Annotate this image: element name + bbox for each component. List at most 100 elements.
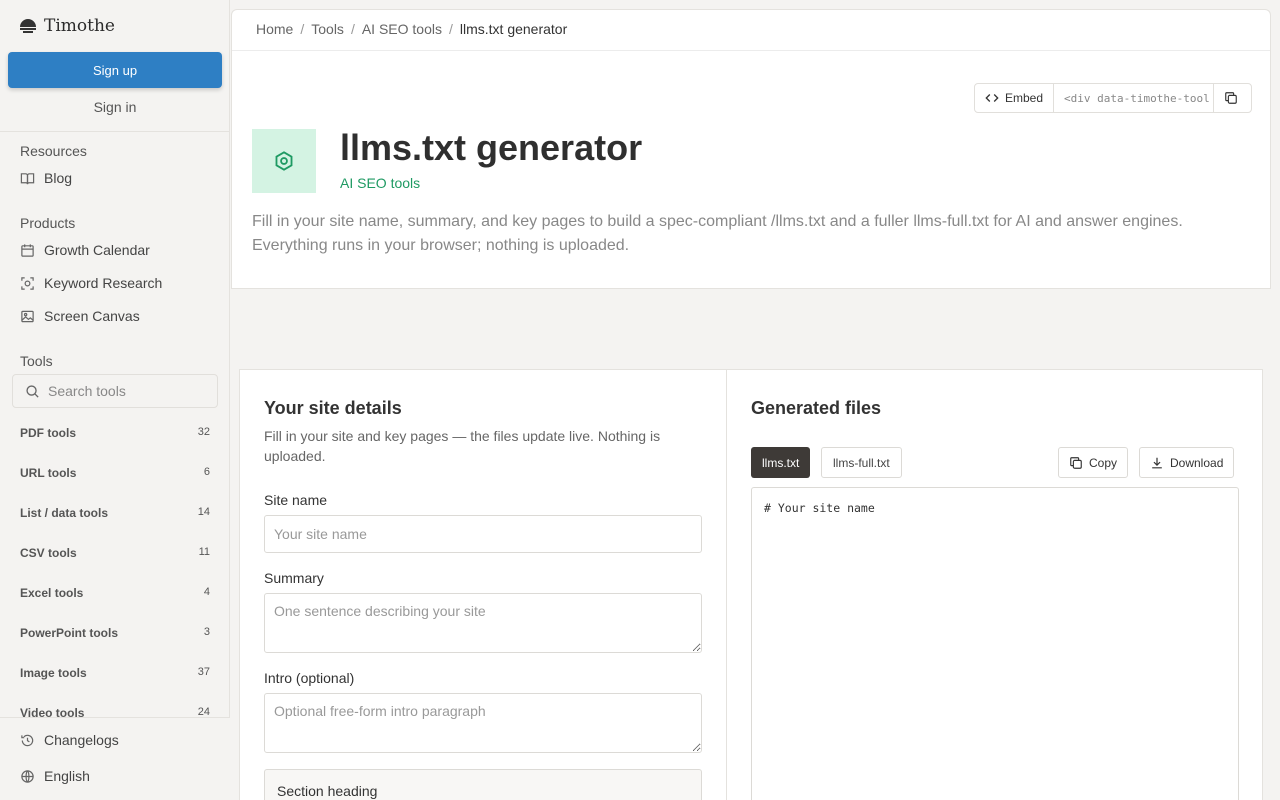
copy-icon <box>1225 92 1237 104</box>
code-icon <box>985 94 999 102</box>
breadcrumb-separator: / <box>300 21 305 37</box>
output-title: Generated files <box>751 398 882 418</box>
intro-label: Intro (optional) <box>264 670 355 686</box>
copy-button[interactable]: Copy <box>1058 447 1129 478</box>
page-category-link[interactable]: AI SEO tools <box>340 175 420 191</box>
tool-category-pdf[interactable]: PDF tools 32 <box>20 426 210 440</box>
tool-category-csv[interactable]: CSV tools 11 <box>20 546 210 560</box>
section-card: Section heading <box>264 769 702 800</box>
category-label: Excel tools <box>20 586 84 600</box>
category-count: 24 <box>197 706 210 717</box>
intro-input[interactable] <box>264 693 702 753</box>
language-label: English <box>44 768 90 784</box>
site-details-panel: Your site details Fill in your site and … <box>239 369 727 800</box>
breadcrumb-home[interactable]: Home <box>256 21 293 37</box>
generated-file-output[interactable]: # Your site name <box>751 487 1239 800</box>
sidebar-item-growth-calendar[interactable]: Growth Calendar <box>20 242 150 258</box>
category-count: 6 <box>203 466 210 478</box>
tool-category-excel[interactable]: Excel tools 4 <box>20 586 210 600</box>
category-count: 4 <box>203 586 210 598</box>
breadcrumb-separator: / <box>350 21 355 37</box>
summary-input[interactable] <box>264 593 702 653</box>
breadcrumb: Home / Tools / AI SEO tools / llms.txt g… <box>256 21 567 37</box>
form-title: Your site details <box>264 398 402 418</box>
header-divider <box>232 50 1270 51</box>
category-label: CSV tools <box>20 546 77 560</box>
form-subtitle: Fill in your site and key pages — the fi… <box>264 428 661 464</box>
copy-icon <box>1070 456 1082 469</box>
category-count: 14 <box>197 506 210 518</box>
search-input[interactable] <box>48 383 208 399</box>
tool-category-image[interactable]: Image tools 37 <box>20 666 210 680</box>
search-tools-field[interactable] <box>12 374 218 408</box>
brand[interactable]: Timothe <box>20 16 115 36</box>
changelogs-label: Changelogs <box>44 732 119 748</box>
site-name-label: Site name <box>264 492 328 508</box>
tool-category-powerpoint[interactable]: PowerPoint tools 3 <box>20 626 210 640</box>
category-count: 3 <box>203 626 210 638</box>
sidebar-item-label: Blog <box>44 170 73 186</box>
site-name-input[interactable] <box>264 515 702 553</box>
category-label: List / data tools <box>20 506 109 520</box>
embed-code-field[interactable]: <div data-timothe-tool <box>1054 84 1215 112</box>
sign-up-button[interactable]: Sign up <box>8 52 222 88</box>
sign-in-link[interactable]: Sign in <box>0 99 230 115</box>
category-label: PDF tools <box>20 426 76 440</box>
scan-icon <box>21 276 34 290</box>
sidebar-item-keyword-research[interactable]: Keyword Research <box>20 275 162 291</box>
tool-category-list-data[interactable]: List / data tools 14 <box>20 506 210 520</box>
breadcrumb-current: llms.txt generator <box>459 21 568 37</box>
tab-llms-full-txt[interactable]: llms-full.txt <box>821 447 902 478</box>
brand-name: Timothe <box>44 16 115 36</box>
download-icon <box>1152 457 1162 468</box>
download-button[interactable]: Download <box>1139 447 1235 478</box>
sidebar-item-blog[interactable]: Blog <box>20 170 72 186</box>
download-label: Download <box>1170 455 1224 470</box>
category-count: 32 <box>197 426 210 438</box>
tool-categories-list[interactable]: PDF tools 32 URL tools 6 List / data tools… <box>0 412 230 717</box>
history-icon <box>21 734 34 746</box>
tab-llms-txt[interactable]: llms.txt <box>751 447 811 478</box>
changelogs-link[interactable]: Changelogs <box>20 732 119 748</box>
copy-label: Copy <box>1089 455 1118 470</box>
page-description: Fill in your site name, summary, and key… <box>252 213 1183 254</box>
search-icon <box>26 384 39 398</box>
resources-heading: Resources <box>20 143 87 159</box>
hexagon-icon <box>275 151 293 171</box>
page-title: llms.txt generator <box>340 127 643 168</box>
category-count: 37 <box>197 666 210 678</box>
tool-icon <box>252 129 316 193</box>
embed-label: Embed <box>1005 91 1044 105</box>
summary-label: Summary <box>264 570 324 586</box>
tool-category-url[interactable]: URL tools 6 <box>20 466 210 480</box>
sidebar-item-label: Screen Canvas <box>44 308 140 324</box>
breadcrumb-separator: / <box>448 21 453 37</box>
sidebar-footer: Changelogs English <box>0 717 230 800</box>
generated-files-panel: Generated files llms.txt llms-full.txt C… <box>726 369 1263 800</box>
category-count: 11 <box>198 546 210 558</box>
breadcrumb-tools[interactable]: Tools <box>311 21 344 37</box>
sidebar-item-screen-canvas[interactable]: Screen Canvas <box>20 308 140 324</box>
tool-category-video[interactable]: Video tools 24 <box>20 706 210 717</box>
sidebar-divider <box>0 131 230 132</box>
embed-copy-button[interactable] <box>1214 84 1248 112</box>
timothe-logo-icon <box>20 18 36 34</box>
sidebar-item-label: Growth Calendar <box>44 242 150 258</box>
category-label: Image tools <box>20 666 87 680</box>
breadcrumb-ai-seo-tools[interactable]: AI SEO tools <box>362 21 442 37</box>
products-heading: Products <box>20 215 76 231</box>
calendar-icon <box>21 243 34 257</box>
embed-button[interactable]: Embed <box>975 84 1055 112</box>
section-heading-label: Section heading <box>277 783 378 799</box>
book-icon <box>20 172 35 184</box>
category-label: URL tools <box>20 466 77 480</box>
embed-widget: Embed <div data-timothe-tool <box>974 83 1252 113</box>
sidebar-item-label: Keyword Research <box>44 275 163 291</box>
sidebar: Timothe Sign up Sign in Resources Blog P… <box>0 0 230 800</box>
tools-heading: Tools <box>20 353 53 369</box>
main-header-card: Home / Tools / AI SEO tools / llms.txt g… <box>231 9 1271 289</box>
image-icon <box>21 310 34 322</box>
category-label: Video tools <box>20 706 85 717</box>
globe-icon <box>21 769 34 783</box>
language-selector[interactable]: English <box>20 768 90 784</box>
